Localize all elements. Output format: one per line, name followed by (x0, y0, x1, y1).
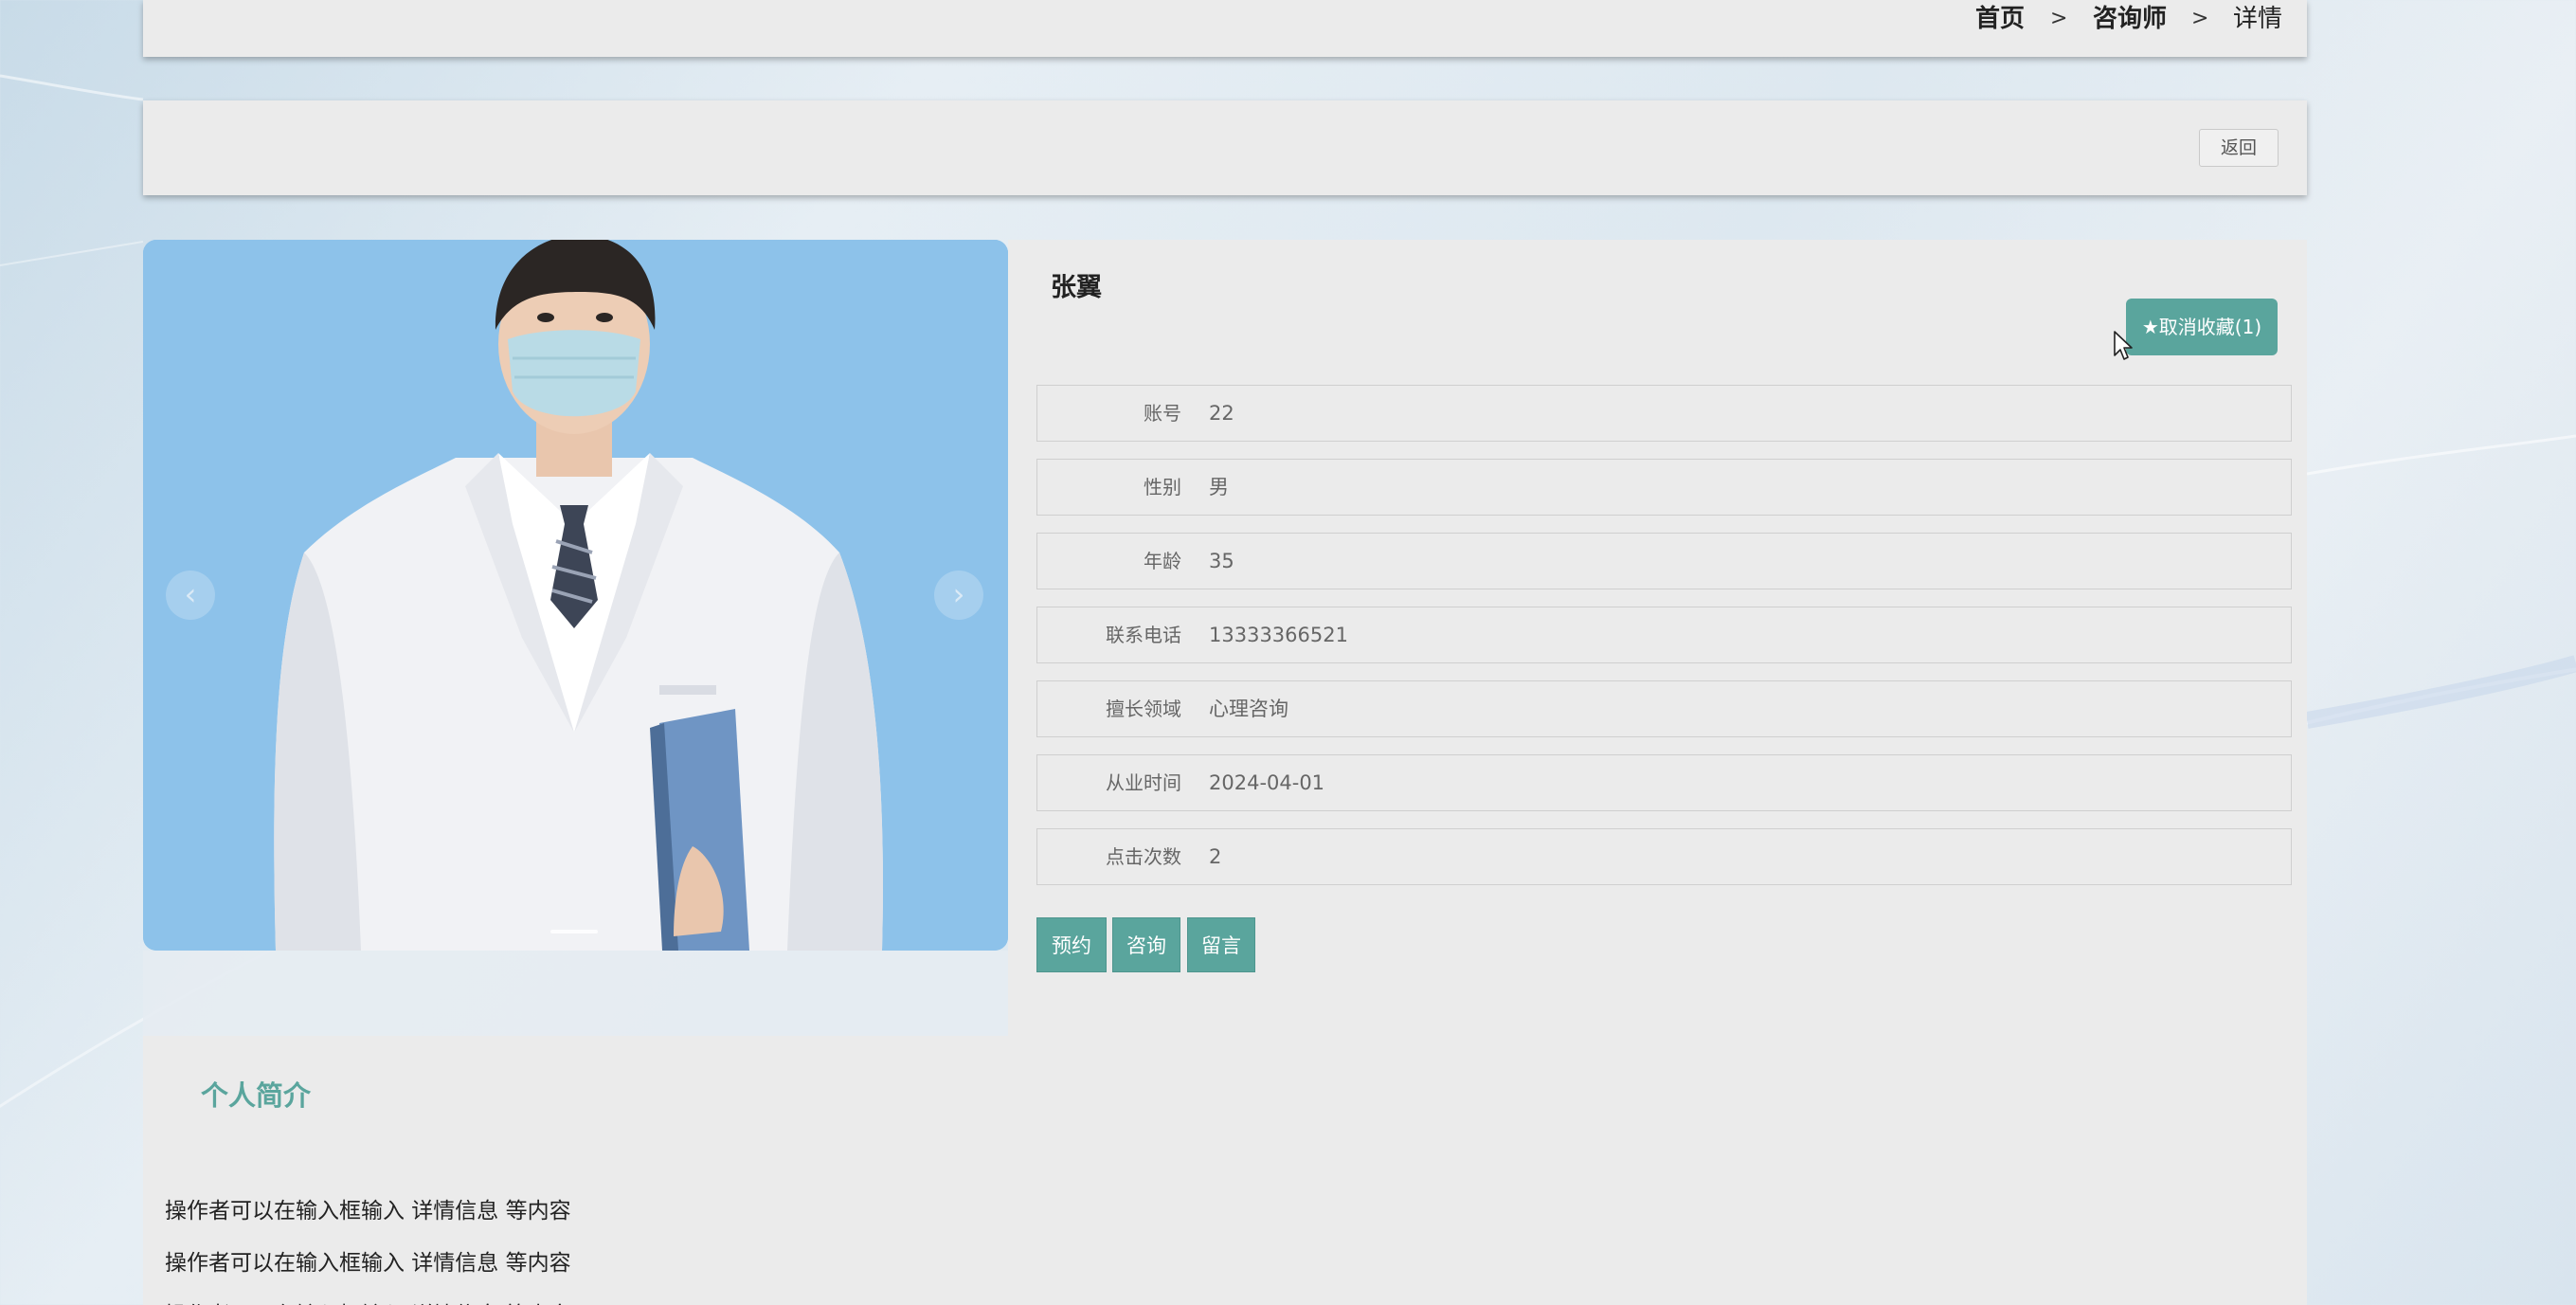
field-gender: 性别 男 (1036, 459, 2292, 516)
field-phone: 联系电话 13333366521 (1036, 607, 2292, 663)
intro-text: 操作者可以在输入框输入 详情信息 等内容 (165, 1251, 571, 1276)
breadcrumb-home-link[interactable]: 首页 (1975, 0, 2025, 38)
breadcrumb-separator: > (2191, 7, 2209, 30)
message-button[interactable]: 留言 (1187, 917, 1255, 972)
breadcrumb-current: 详情 (2233, 5, 2283, 33)
field-account: 账号 22 (1036, 385, 2292, 442)
field-age: 年龄 35 (1036, 533, 2292, 589)
field-practice-since: 从业时间 2024-04-01 (1036, 754, 2292, 811)
chevron-right-icon[interactable]: › (934, 571, 983, 620)
field-value: 22 (1209, 402, 1234, 425)
personal-intro: 个人简介 操作者可以在输入框输入 详情信息 等内容 操作者可以在输入框输入 详情… (143, 1036, 2307, 1305)
field-click-count: 点击次数 2 (1036, 828, 2292, 885)
carousel-footer-space (143, 951, 1008, 1036)
unfavorite-button[interactable]: ★取消收藏(1) (2126, 299, 2278, 355)
field-label: 从业时间 (1106, 771, 1181, 794)
consult-button[interactable]: 咨询 (1112, 917, 1180, 972)
field-label: 联系电话 (1106, 624, 1181, 646)
intro-text: 操作者可以在输入框输入 详情信息 等内容 (165, 1296, 571, 1305)
book-button[interactable]: 预约 (1036, 917, 1107, 972)
breadcrumb-separator: > (2050, 7, 2068, 30)
field-value: 心理咨询 (1209, 698, 1288, 720)
carousel-indicator[interactable] (550, 930, 598, 933)
field-label: 账号 (1144, 402, 1181, 425)
field-value: 2024-04-01 (1209, 771, 1325, 794)
counselor-photo (143, 240, 1008, 951)
image-carousel: ‹ › (143, 240, 1008, 951)
field-label: 性别 (1144, 476, 1181, 498)
field-value: 13333366521 (1209, 624, 1348, 646)
breadcrumb-bar: 首页 > 咨询师 > 详情 (143, 0, 2307, 57)
chevron-left-icon[interactable]: ‹ (166, 571, 215, 620)
mouse-pointer-icon (2114, 331, 2133, 360)
field-value: 2 (1209, 845, 1222, 868)
field-value: 35 (1209, 550, 1234, 572)
counselor-name: 张翼 (1051, 273, 1102, 302)
toolbar: 返回 (143, 100, 2307, 195)
field-label: 点击次数 (1106, 845, 1181, 868)
back-button[interactable]: 返回 (2199, 129, 2279, 167)
field-specialty: 擅长领域 心理咨询 (1036, 680, 2292, 737)
field-value: 男 (1209, 476, 1229, 498)
intro-text: 操作者可以在输入框输入 详情信息 等内容 (165, 1199, 571, 1223)
field-label: 年龄 (1144, 550, 1181, 572)
field-label: 擅长领域 (1106, 698, 1181, 720)
intro-title: 个人简介 (201, 1079, 312, 1112)
breadcrumb-section-link[interactable]: 咨询师 (2093, 0, 2167, 38)
